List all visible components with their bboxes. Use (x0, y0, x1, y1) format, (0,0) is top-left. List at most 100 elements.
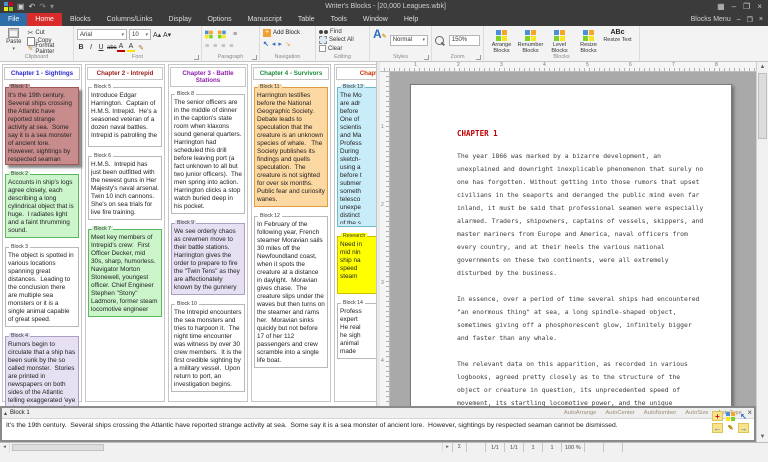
block-style-icon[interactable] (205, 30, 213, 39)
align-center-icon[interactable]: ≡ (213, 43, 217, 50)
block[interactable]: Block 7 Meet key members of Intrepid's cr… (88, 226, 162, 317)
arrange-grid-icon[interactable] (725, 411, 736, 421)
menu-tab-options[interactable]: Options (199, 13, 239, 26)
shrink-font-button[interactable]: A▾ (163, 31, 171, 39)
block-fill-icon[interactable] (218, 30, 226, 39)
collapse-panel-icon[interactable]: ▴ (4, 410, 7, 417)
pen-color-button[interactable]: ✎ (137, 44, 145, 52)
ribbon-display-icon[interactable]: ▦ (717, 2, 725, 11)
block[interactable]: Block 14 Profess expert He real he sigh a… (337, 300, 376, 359)
restore-button[interactable]: ❐ (743, 2, 750, 11)
block[interactable]: Block 5 Introduce Edgar Harrington. Capta… (88, 84, 162, 147)
manuscript-page[interactable]: CHAPTER 1 The year 1866 was marked by a … (410, 84, 732, 406)
block[interactable]: Block 8 The senior officers are in the mi… (171, 91, 245, 214)
find-button[interactable]: Find (319, 29, 354, 35)
align-left-icon[interactable]: ≡ (205, 43, 209, 50)
list-icon[interactable]: ≡ (231, 31, 239, 38)
font-dialog-launcher-icon[interactable] (194, 55, 199, 60)
column-header[interactable]: Chapter 4 - Survivors (253, 67, 329, 80)
style-select[interactable]: Normal ▾ (389, 34, 428, 46)
scrollbar-thumb[interactable] (12, 444, 104, 451)
add-block-button[interactable]: + Add Block (263, 29, 300, 37)
block[interactable]: Block 10 The Intrepid encounters the sea … (171, 301, 245, 392)
doc-minimize-button[interactable]: – (737, 16, 741, 23)
align-right-icon[interactable]: ≡ (221, 43, 225, 50)
scroll-down-icon[interactable]: ▼ (757, 432, 768, 442)
menu-tab-help[interactable]: Help (396, 13, 426, 26)
add-block-tool-icon[interactable]: + (712, 411, 723, 421)
nav-right-arrow-icon[interactable]: ▸ (278, 40, 282, 48)
block[interactable]: Block 1 It's the 19th century. Several sh… (5, 84, 79, 165)
scroll-right-icon[interactable]: ▸ (442, 443, 452, 452)
autosize-toggle[interactable]: AutoSize (685, 410, 708, 416)
menu-tab-home[interactable]: Home (27, 13, 62, 26)
block-editor-text[interactable]: It's the 19th century. Several ships cro… (2, 419, 754, 429)
blocks-menu-label[interactable]: Blocks Menu (691, 16, 731, 23)
menu-tab-file[interactable]: File (0, 13, 28, 26)
zoom-dialog-launcher-icon[interactable] (476, 55, 481, 60)
format-painter-button[interactable]: ✎ Format Painter (27, 43, 70, 55)
scrollbar-thumb[interactable] (758, 73, 767, 139)
arrange-blocks-button[interactable]: Arrange Blocks (487, 28, 516, 54)
resize-text-button[interactable]: ABc Resize Text (603, 28, 632, 52)
autonumber-toggle[interactable]: AutoNumber (644, 410, 677, 416)
menu-tab-window[interactable]: Window (355, 13, 396, 26)
font-family-select[interactable]: Arial ▾ (77, 29, 127, 40)
underline-button[interactable]: U (97, 44, 105, 51)
horizontal-ruler[interactable]: 1 2 3 4 5 6 7 8 (380, 62, 756, 72)
block[interactable]: Block 6 H.M.S. Intrepid has just been out… (88, 153, 162, 220)
scrollbar-track[interactable] (10, 443, 442, 452)
grow-font-button[interactable]: A▴ (153, 31, 161, 39)
clear-button[interactable]: Clear (319, 45, 354, 52)
doc-restore-button[interactable]: ❐ (747, 16, 753, 24)
menu-tab-blocks[interactable]: Blocks (62, 13, 99, 26)
redo-icon[interactable]: ↷ (39, 2, 46, 11)
resize-blocks-button[interactable]: Resize Blocks (574, 28, 603, 54)
block[interactable]: Block 9 We see orderly chaos as crewmen m… (171, 220, 245, 295)
block[interactable]: Block 12 In February of the following yea… (254, 213, 328, 368)
block[interactable]: Block 2 Accounts in ship's logs agree clo… (5, 171, 79, 238)
block[interactable]: Block 3 The object is spotted in various … (5, 244, 79, 327)
scroll-left-icon[interactable]: ◂ (0, 443, 10, 452)
autoarrange-toggle[interactable]: AutoArrange (564, 410, 597, 416)
column-header[interactable]: Chapter 2 - Intrepid (87, 67, 163, 80)
autocenter-toggle[interactable]: AutoCenter (605, 410, 634, 416)
menu-tab-table[interactable]: Table (290, 13, 323, 26)
undo-icon[interactable]: ↶ (29, 2, 36, 11)
horizontal-scrollbar[interactable]: ◂ ▸ (0, 443, 452, 452)
block[interactable]: Block 4 Rumors begin to circulate that a … (5, 333, 79, 406)
manuscript-vertical-scrollbar[interactable]: ▲ ▼ (756, 62, 768, 442)
renumber-blocks-button[interactable]: Renumber Blocks (516, 28, 545, 54)
styles-dialog-launcher-icon[interactable] (424, 55, 429, 60)
minimize-button[interactable]: – (732, 2, 736, 11)
justify-icon[interactable]: ≡ (229, 43, 233, 50)
paragraph-dialog-launcher-icon[interactable] (252, 55, 257, 60)
edit-pencil-icon[interactable]: ✎ (725, 423, 736, 433)
menu-tab-manuscript[interactable]: Manuscript (240, 13, 290, 26)
strikethrough-button[interactable]: abc (107, 45, 117, 51)
block[interactable]: Research Need in mid nin ship na speed st… (337, 233, 376, 294)
next-block-arrow-icon[interactable]: → (738, 423, 749, 433)
block[interactable]: Block 11 Harrington testifies before the … (254, 84, 328, 207)
block[interactable]: Block 13 The Mo are adr before One of sci… (337, 84, 376, 227)
highlight-button[interactable]: A (127, 43, 135, 52)
save-icon[interactable]: ▣ (17, 2, 25, 11)
menu-tab-columns-links[interactable]: Columns/Links (99, 13, 161, 26)
level-blocks-button[interactable]: Level Blocks (545, 28, 574, 54)
go-parent-arrow-icon[interactable]: ↖ (738, 411, 749, 421)
nav-left-arrow-icon[interactable]: ◂ (272, 40, 276, 48)
font-size-select[interactable]: 10 ▾ (129, 29, 151, 40)
italic-button[interactable]: I (87, 44, 95, 51)
zoom-select[interactable]: 150% (448, 34, 480, 46)
column-header[interactable]: Chapter 1 - Sightings (4, 67, 80, 80)
bold-button[interactable]: B (77, 44, 85, 51)
nav-up-left-arrow-icon[interactable]: ↖ (263, 40, 269, 48)
nav-down-right-arrow-icon[interactable]: ↘ (285, 40, 291, 48)
vertical-ruler[interactable]: 1 2 3 4 (380, 72, 390, 406)
font-color-button[interactable]: A (117, 43, 125, 52)
paste-button[interactable]: Paste ▾ (3, 28, 24, 52)
menu-tab-tools[interactable]: Tools (323, 13, 355, 26)
scroll-up-icon[interactable]: ▲ (757, 62, 768, 72)
column-header[interactable]: Chapter 3 - Battle Stations (170, 67, 246, 87)
close-button[interactable]: × (757, 2, 762, 11)
